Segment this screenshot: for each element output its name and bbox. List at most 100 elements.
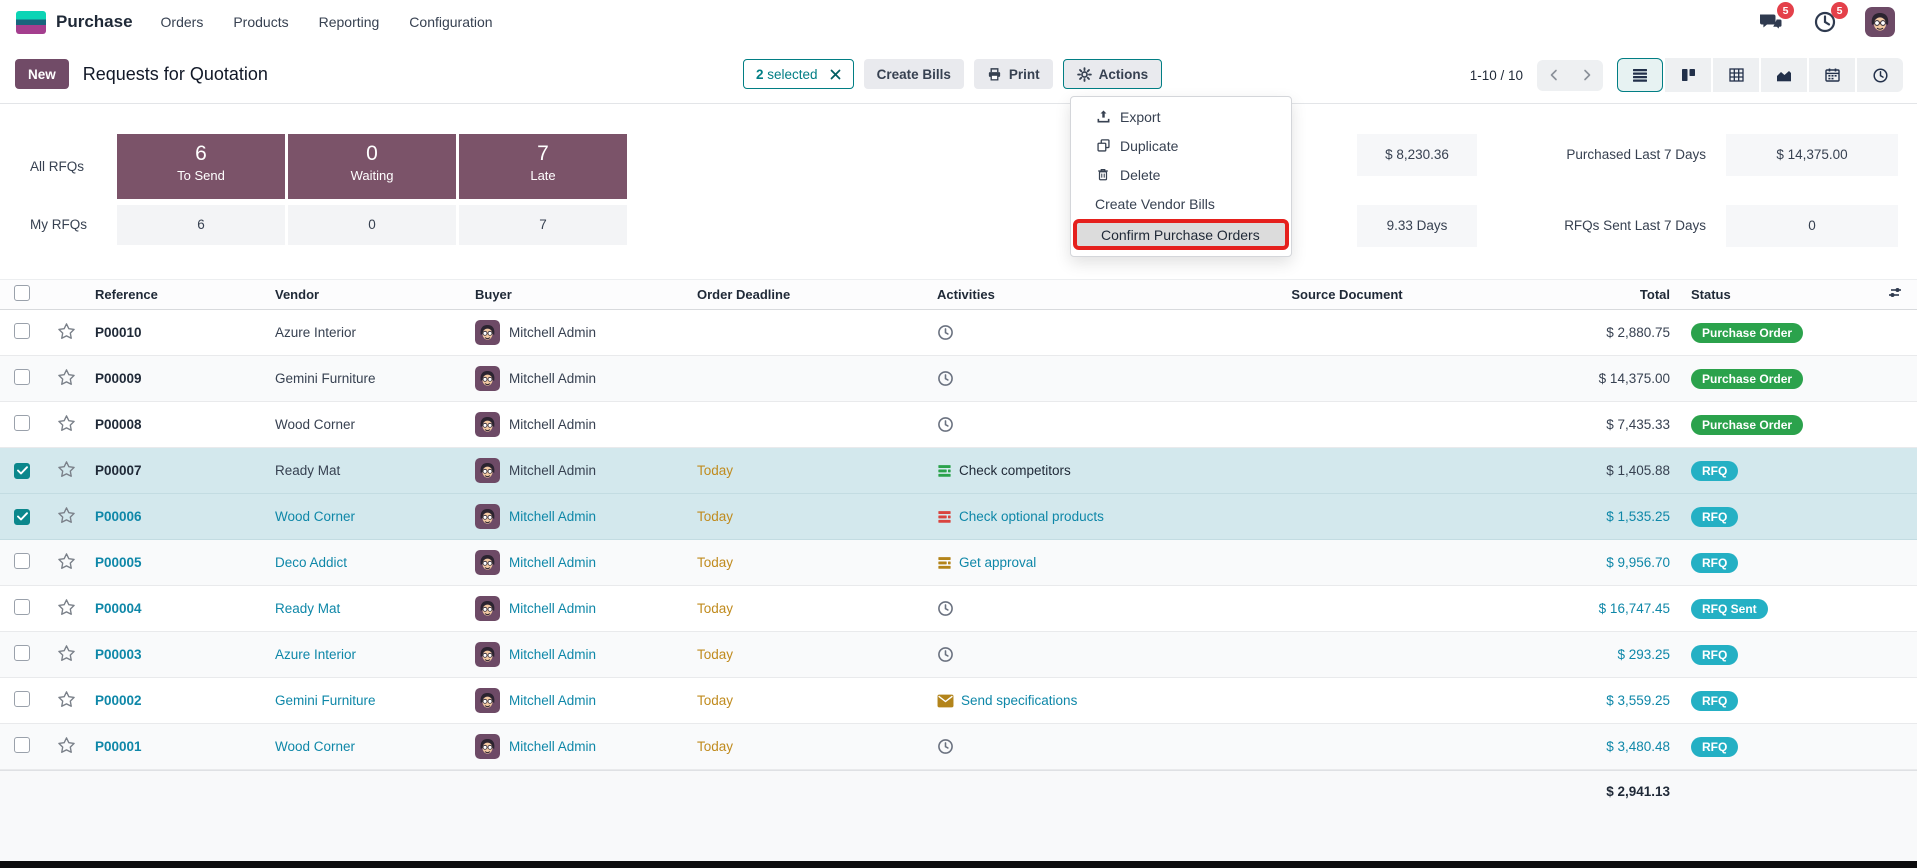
source-document — [1224, 540, 1470, 586]
print-button[interactable]: Print — [974, 59, 1053, 89]
table-row-p00003[interactable]: P00003Azure InteriorMitchell AdminToday$… — [0, 632, 1917, 678]
activity-icon-button[interactable] — [937, 464, 952, 478]
table-row-p00001[interactable]: P00001Wood CornerMitchell AdminToday$ 3,… — [0, 724, 1917, 770]
row-total: $ 7,435.33 — [1470, 402, 1678, 448]
activity-icon-button[interactable] — [937, 600, 954, 617]
row-checkbox[interactable] — [14, 463, 30, 479]
kpi-to-send-my[interactable]: 6 — [117, 205, 285, 245]
activity-icon-button[interactable] — [937, 738, 954, 755]
table-row-p00005[interactable]: P00005Deco AddictMitchell AdminTodayGet … — [0, 540, 1917, 586]
actions-menu-item-export[interactable]: Export — [1071, 102, 1291, 131]
select-all-checkbox[interactable] — [14, 285, 30, 301]
favorite-star[interactable] — [57, 598, 76, 617]
table-row-p00002[interactable]: P00002Gemini FurnitureMitchell AdminToda… — [0, 678, 1917, 724]
avg-order-value[interactable]: $ 8,230.36 — [1357, 134, 1477, 176]
kpi-to-send-all[interactable]: 6 To Send — [117, 134, 285, 199]
favorite-star[interactable] — [57, 506, 76, 525]
actions-button[interactable]: Actions — [1063, 59, 1163, 89]
table-row-p00006[interactable]: P00006Wood CornerMitchell AdminTodayChec… — [0, 494, 1917, 540]
row-checkbox[interactable] — [14, 323, 30, 339]
favorite-star[interactable] — [57, 322, 76, 341]
favorite-star[interactable] — [57, 368, 76, 387]
view-kanban-button[interactable] — [1665, 58, 1711, 92]
column-header-vendor[interactable]: Vendor — [262, 280, 462, 310]
view-calendar-button[interactable] — [1809, 58, 1855, 92]
view-graph-button[interactable] — [1761, 58, 1807, 92]
kpi-waiting-all[interactable]: 0 Waiting — [288, 134, 456, 199]
select-all-checkbox-cell[interactable] — [0, 280, 44, 310]
view-pivot-button[interactable] — [1713, 58, 1759, 92]
view-activity-button[interactable] — [1857, 58, 1903, 92]
pager-range: 1-10 / 10 — [1470, 68, 1523, 83]
user-avatar[interactable] — [1865, 7, 1895, 37]
app-name[interactable]: Purchase — [56, 12, 133, 32]
table-row-p00009[interactable]: P00009Gemini FurnitureMitchell Admin$ 14… — [0, 356, 1917, 402]
favorite-star[interactable] — [57, 644, 76, 663]
actions-menu-item-delete[interactable]: Delete — [1071, 160, 1291, 189]
table-row-p00008[interactable]: P00008Wood CornerMitchell Admin$ 7,435.3… — [0, 402, 1917, 448]
column-header-status[interactable]: Status — [1678, 280, 1873, 310]
source-document — [1224, 402, 1470, 448]
activity-icon-button[interactable] — [937, 510, 952, 524]
column-header-source-document[interactable]: Source Document — [1224, 280, 1470, 310]
actions-menu-item-confirm-purchase-orders[interactable]: Confirm Purchase Orders — [1073, 219, 1289, 250]
favorite-star[interactable] — [57, 690, 76, 709]
source-document — [1224, 356, 1470, 402]
lead-time-to-purchase[interactable]: 9.33 Days — [1357, 205, 1477, 247]
actions-menu-item-create-vendor-bills[interactable]: Create Vendor Bills — [1071, 189, 1291, 218]
kpi-late-my[interactable]: 7 — [459, 205, 627, 245]
activity-label: Check competitors — [959, 463, 1071, 478]
pager-next-button[interactable] — [1570, 60, 1603, 91]
nav-menu-reporting[interactable]: Reporting — [319, 14, 380, 30]
pager-previous-button[interactable] — [1537, 60, 1570, 91]
clear-selection-icon[interactable] — [830, 69, 841, 80]
kpi-waiting-my[interactable]: 0 — [288, 205, 456, 245]
column-header-total[interactable]: Total — [1470, 280, 1678, 310]
nav-menu-products[interactable]: Products — [233, 14, 288, 30]
activity-icon-button[interactable] — [937, 324, 954, 341]
row-checkbox[interactable] — [14, 737, 30, 753]
table-row-p00004[interactable]: P00004Ready MatMitchell AdminToday$ 16,7… — [0, 586, 1917, 632]
row-checkbox[interactable] — [14, 553, 30, 569]
activities-clock-icon[interactable]: 5 — [1811, 8, 1839, 36]
buyer-avatar — [475, 596, 500, 621]
kpi-late-all[interactable]: 7 Late — [459, 134, 627, 199]
rfqs-sent-last-7-days[interactable]: 0 — [1726, 205, 1898, 247]
favorite-star[interactable] — [57, 552, 76, 571]
activity-icon-button[interactable] — [937, 416, 954, 433]
column-header-buyer[interactable]: Buyer — [462, 280, 684, 310]
new-button[interactable]: New — [15, 59, 69, 89]
table-row-p00010[interactable]: P00010Azure InteriorMitchell Admin$ 2,88… — [0, 310, 1917, 356]
favorite-star[interactable] — [57, 414, 76, 433]
create-bills-button[interactable]: Create Bills — [864, 59, 964, 89]
row-checkbox[interactable] — [14, 645, 30, 661]
table-row-p00007[interactable]: P00007Ready MatMitchell AdminTodayCheck … — [0, 448, 1917, 494]
column-header-reference[interactable]: Reference — [82, 280, 262, 310]
row-vendor: Gemini Furniture — [262, 678, 462, 724]
row-checkbox[interactable] — [14, 415, 30, 431]
row-checkbox[interactable] — [14, 509, 30, 525]
optional-columns-cell[interactable] — [1873, 280, 1917, 310]
all-rfqs-filter[interactable]: All RFQs — [30, 134, 84, 199]
actions-menu-item-duplicate[interactable]: Duplicate — [1071, 131, 1291, 160]
row-checkbox[interactable] — [14, 599, 30, 615]
row-total: $ 14,375.00 — [1470, 356, 1678, 402]
my-rfqs-filter[interactable]: My RFQs — [30, 205, 87, 245]
activity-icon-button[interactable] — [937, 646, 954, 663]
activity-icon-button[interactable] — [937, 556, 952, 570]
view-list-button[interactable] — [1617, 58, 1663, 92]
row-checkbox[interactable] — [14, 369, 30, 385]
nav-menu-configuration[interactable]: Configuration — [409, 14, 492, 30]
column-header-activities[interactable]: Activities — [924, 280, 1224, 310]
favorite-star[interactable] — [57, 736, 76, 755]
purchased-last-7-days[interactable]: $ 14,375.00 — [1726, 134, 1898, 176]
buyer-name: Mitchell Admin — [509, 509, 596, 524]
activity-icon-button[interactable] — [937, 370, 954, 387]
activity-icon-button[interactable] — [937, 694, 954, 708]
column-header-order-deadline[interactable]: Order Deadline — [684, 280, 924, 310]
favorite-star[interactable] — [57, 460, 76, 479]
row-checkbox[interactable] — [14, 691, 30, 707]
messages-icon[interactable]: 5 — [1757, 8, 1785, 36]
nav-menu-orders[interactable]: Orders — [161, 14, 204, 30]
column-sliders-icon[interactable] — [1887, 286, 1903, 300]
